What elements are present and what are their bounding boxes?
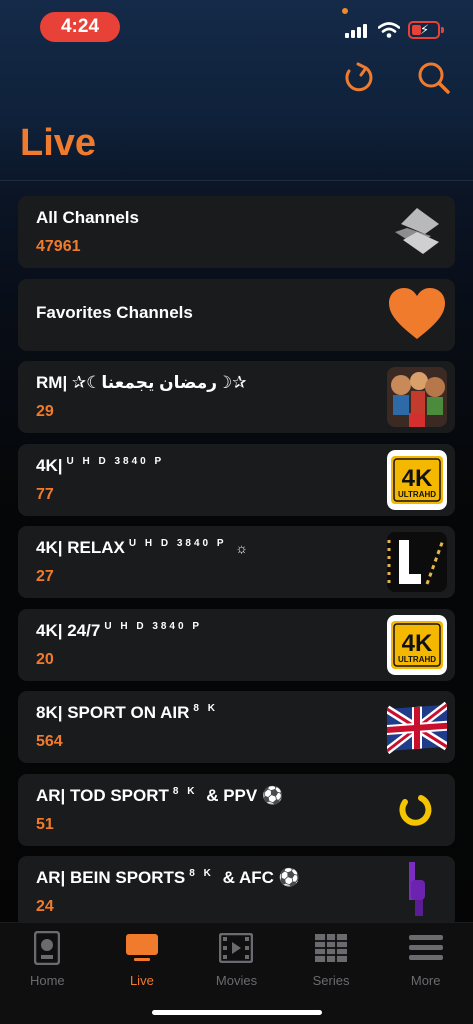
battery-cap [441,27,444,33]
svg-text:4K: 4K [402,465,433,492]
tab-label: Live [129,973,154,988]
tab-label: Movies [215,973,258,988]
category-name: 4K| 24/7 U H D 3840 P [36,621,202,641]
menu-icon [408,931,443,965]
category-name: RM| ✰☾رمضان يجمعنا☽✰ [36,373,247,392]
category-card-favorites[interactable]: Favorites Channels [18,278,455,351]
category-name: 4K| U H D 3840 P [36,456,164,476]
heart-icon [387,285,447,345]
category-name: AR| BEIN SPORTS 8 K & AFC ⚽ [36,868,300,888]
tab-label: More [410,973,441,988]
category-card-bein-sports[interactable]: AR| BEIN SPORTS 8 K & AFC ⚽ 24 [18,856,455,928]
refresh-icon [345,62,373,92]
4k-ultrahd-logo: 4K ULTRAHD [387,614,447,675]
film-icon [219,931,254,965]
bein-logo [387,862,447,922]
category-name-text: AR| BEIN SPORTS [36,868,186,887]
category-name: AR| TOD SPORT 8 K & PPV ⚽ [36,786,283,806]
relax-logo [387,532,447,592]
ramadan-artwork [387,367,447,427]
uk-flag [387,697,447,757]
tab-label: Home [29,973,65,988]
title-divider [0,180,473,181]
series-grid-icon [314,931,348,965]
svg-text:ULTRAHD: ULTRAHD [398,655,436,664]
category-card-8k-sport[interactable]: 8K| SPORT ON AIR 8 K 564 [18,691,455,763]
swirl-logo [387,202,447,262]
category-extra: & AFC ⚽ [222,868,300,887]
status-time: 4:24 [40,12,120,42]
bottom-tab-bar: Home Live Movies Series More [0,922,473,1024]
svg-text:ULTRAHD: ULTRAHD [398,490,436,499]
category-card-4k-247[interactable]: 4K| 24/7 U H D 3840 P 20 4K ULTRAHD [18,608,455,681]
home-indicator[interactable] [152,1010,322,1015]
category-list: All Channels 47961 Favorites Channels RM… [18,196,455,939]
category-count: 77 [36,485,54,503]
category-superscript: U H D 3840 P [66,455,165,467]
search-button[interactable] [417,58,451,98]
category-name-text: 8K| SPORT ON AIR [36,703,190,722]
wifi-icon [378,22,400,38]
category-superscript: U H D 3840 P [104,620,203,632]
status-bar: 4:24 ⚡ [0,0,473,56]
category-name-text: 4K| [36,455,63,475]
sun-symbol: ☼ [235,540,249,556]
category-name-text: 4K| RELAX [36,538,125,557]
category-name: Favorites Channels [36,302,193,322]
tab-more[interactable]: More [378,923,473,1024]
tv-icon [125,931,159,965]
category-count: 20 [36,650,54,668]
refresh-button[interactable] [341,58,375,98]
home-icon [30,931,64,965]
category-name: 4K| RELAX U H D 3840 P ☼ [36,538,248,558]
page-title: Live [20,122,97,164]
tab-movies[interactable]: Movies [189,923,284,1024]
category-superscript: 8 K [189,868,214,880]
battery-icon: ⚡ [408,21,440,39]
category-card-4k-relax[interactable]: 4K| RELAX U H D 3840 P ☼ 27 [18,526,455,598]
category-count: 564 [36,733,63,750]
category-count: 27 [36,568,54,585]
tab-live[interactable]: Live [95,923,190,1024]
4k-ultrahd-logo: 4K ULTRAHD [387,449,447,510]
category-count: 47961 [36,238,81,255]
camera-indicator-dot [342,8,348,14]
tab-series[interactable]: Series [284,923,379,1024]
category-card-tod-sport[interactable]: AR| TOD SPORT 8 K & PPV ⚽ 51 [18,773,455,846]
tod-logo [387,780,447,840]
category-superscript: U H D 3840 P [128,538,227,550]
category-count: 51 [36,815,54,833]
category-count: 29 [36,403,54,420]
tab-label: Series [312,973,350,988]
category-extra: & PPV ⚽ [206,785,284,805]
category-name-text: AR| TOD SPORT [36,785,169,805]
svg-text:4K: 4K [402,630,433,657]
category-count: 24 [36,898,54,915]
category-name-text: 4K| 24/7 [36,620,101,640]
category-card-4k[interactable]: 4K| U H D 3840 P 77 4K ULTRAHD [18,443,455,516]
header-actions [341,58,451,98]
tab-home[interactable]: Home [0,923,95,1024]
category-name: All Channels [36,208,139,227]
category-superscript: 8 K [172,785,198,797]
category-card-ramadan[interactable]: RM| ✰☾رمضان يجمعنا☽✰ 29 [18,361,455,433]
category-name: 8K| SPORT ON AIR 8 K [36,703,218,723]
category-superscript: 8 K [193,703,218,715]
cellular-signal-icon [345,22,371,38]
search-icon [418,62,450,94]
category-card-all-channels[interactable]: All Channels 47961 [18,196,455,268]
